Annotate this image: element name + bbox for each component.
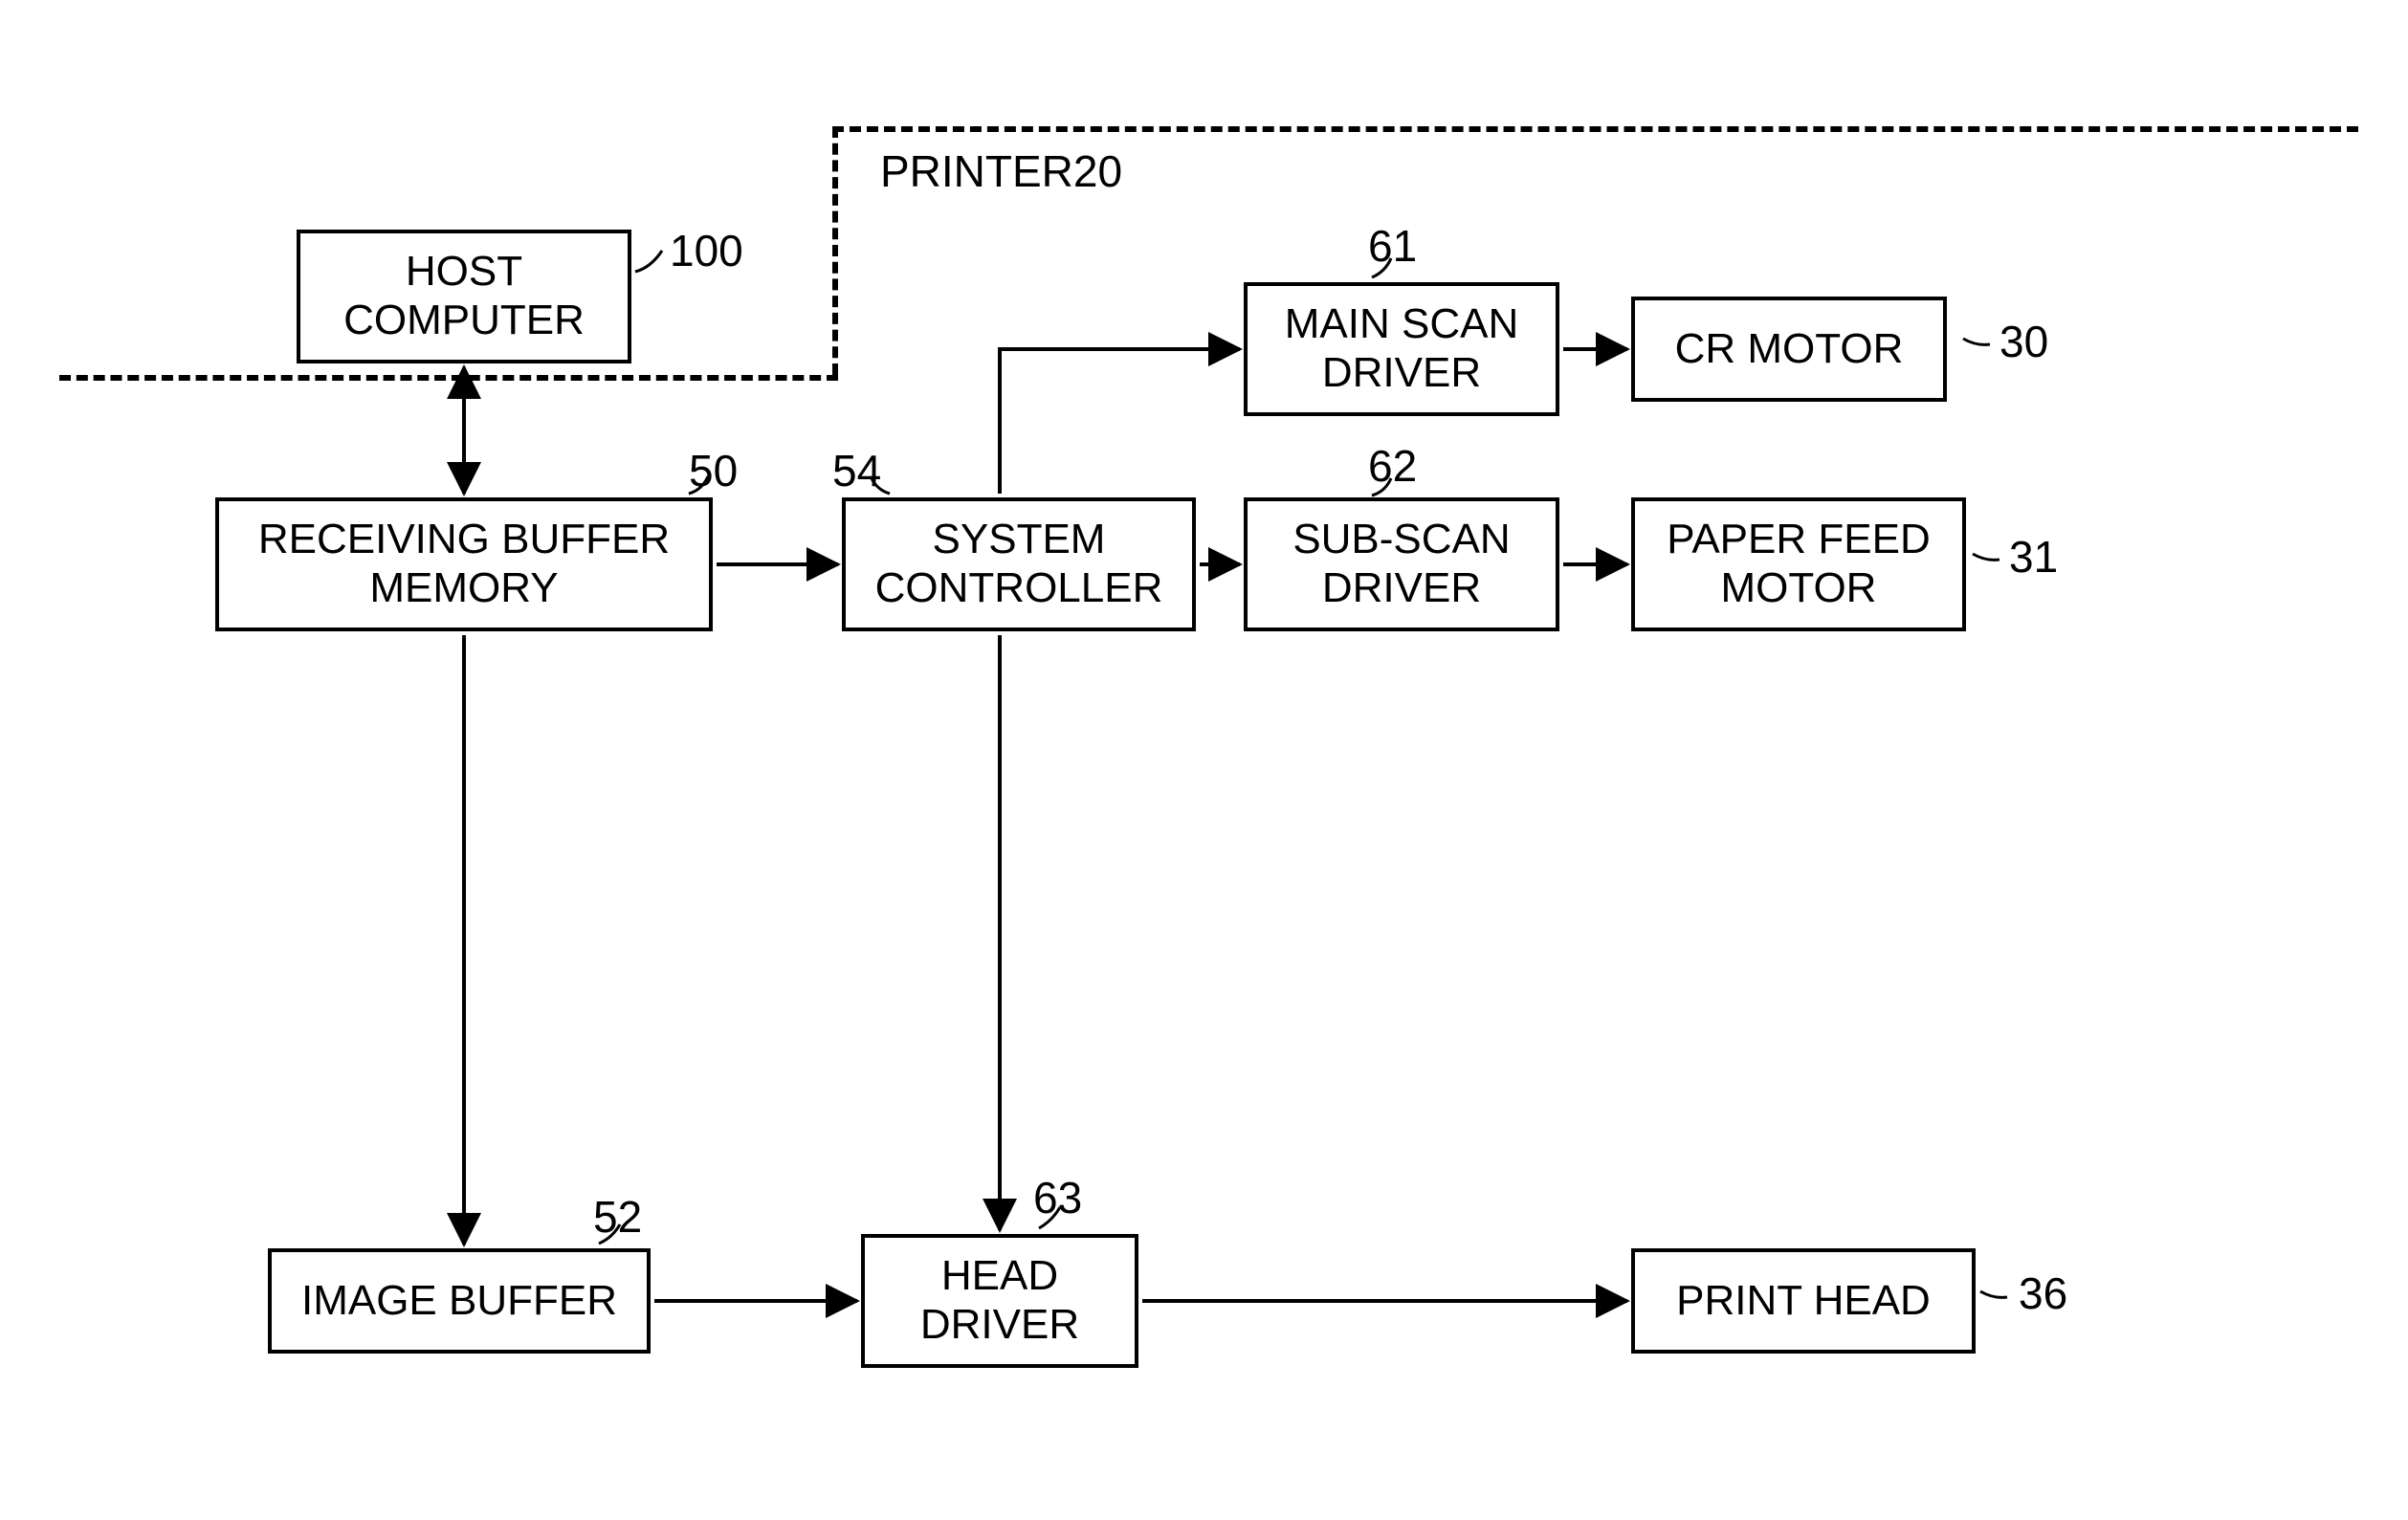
block-head-driver-label: HEADDRIVER	[920, 1252, 1079, 1349]
leader-30	[1963, 339, 1990, 344]
block-sub-scan-driver: SUB-SCANDRIVER	[1244, 497, 1559, 631]
diagram-canvas: PRINTER20 HOSTCOMPUTER 100 RECEIVING BUF…	[0, 0, 2408, 1520]
printer-boundary-left	[832, 126, 838, 375]
ref-paper-feed-motor: 31	[2009, 531, 2058, 583]
leader-100	[635, 251, 662, 272]
block-paper-feed-motor: PAPER FEEDMOTOR	[1631, 497, 1966, 631]
block-print-head-label: PRINT HEAD	[1676, 1277, 1931, 1326]
block-cr-motor-label: CR MOTOR	[1675, 325, 1904, 374]
ref-image-buffer: 52	[593, 1191, 642, 1243]
block-main-scan-driver-label: MAIN SCANDRIVER	[1285, 300, 1518, 397]
block-sub-scan-driver-label: SUB-SCANDRIVER	[1292, 516, 1510, 612]
block-main-scan-driver: MAIN SCANDRIVER	[1244, 282, 1559, 416]
ref-print-head: 36	[2019, 1267, 2067, 1319]
arrow-sys-mainscan	[1000, 349, 1240, 494]
block-image-buffer-label: IMAGE BUFFER	[301, 1277, 617, 1326]
printer-boundary-bottom	[59, 375, 838, 381]
block-host-computer: HOSTCOMPUTER	[297, 230, 631, 363]
block-cr-motor: CR MOTOR	[1631, 297, 1947, 402]
ref-head-driver: 63	[1033, 1172, 1082, 1223]
block-system-controller-label: SYSTEMCONTROLLER	[875, 516, 1163, 612]
block-head-driver: HEADDRIVER	[861, 1234, 1138, 1368]
ref-system-controller: 54	[832, 445, 881, 496]
block-receiving-buffer: RECEIVING BUFFERMEMORY	[215, 497, 713, 631]
ref-sub-scan-driver: 62	[1368, 440, 1417, 492]
printer-group-label: PRINTER20	[880, 145, 1122, 197]
block-host-computer-label: HOSTCOMPUTER	[343, 248, 585, 344]
block-receiving-buffer-label: RECEIVING BUFFERMEMORY	[258, 516, 670, 612]
block-print-head: PRINT HEAD	[1631, 1248, 1976, 1354]
leader-36	[1980, 1291, 2007, 1297]
block-system-controller: SYSTEMCONTROLLER	[842, 497, 1196, 631]
leader-31	[1973, 554, 1999, 560]
ref-cr-motor: 30	[1999, 316, 2048, 367]
ref-host-computer: 100	[670, 225, 743, 276]
ref-main-scan-driver: 61	[1368, 220, 1417, 272]
block-paper-feed-motor-label: PAPER FEEDMOTOR	[1667, 516, 1930, 612]
block-image-buffer: IMAGE BUFFER	[268, 1248, 651, 1354]
printer-boundary-top	[832, 126, 2358, 132]
ref-receiving-buffer: 50	[689, 445, 738, 496]
